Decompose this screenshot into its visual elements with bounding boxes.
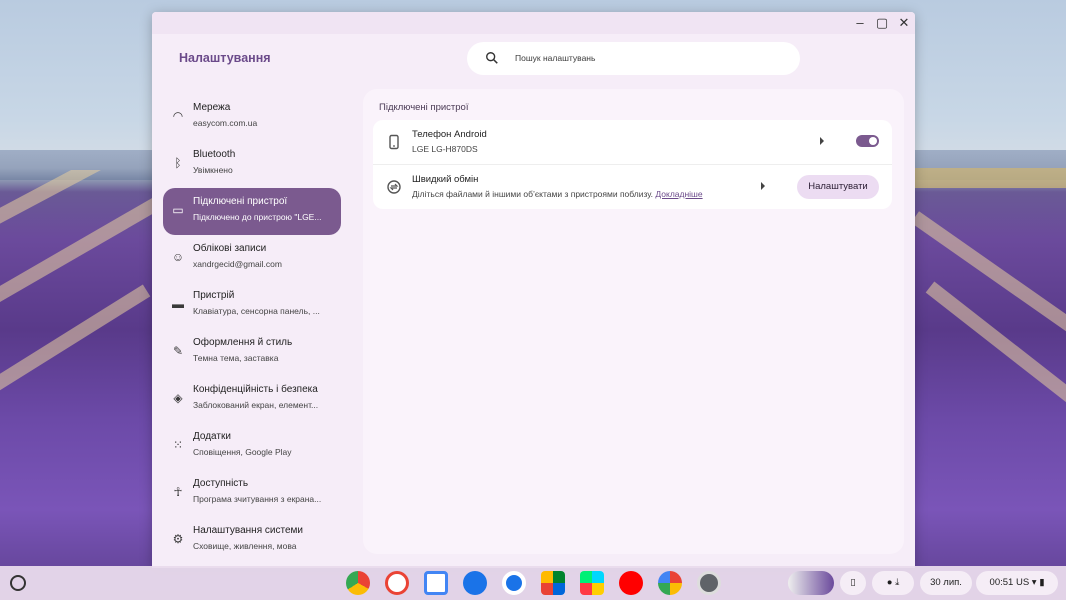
- sidebar-item-sub: Підключено до пристрою "LGE...: [193, 212, 322, 222]
- sidebar-item-privacy[interactable]: ◈ Конфіденційність і безпека Заблоковани…: [163, 376, 341, 423]
- status-area[interactable]: 00:51 US ▾ ▮: [976, 571, 1058, 595]
- wifi-icon: ▾: [1031, 577, 1037, 588]
- close-icon[interactable]: ✕: [896, 15, 912, 31]
- play-store-icon[interactable]: [580, 571, 604, 595]
- sidebar-item-label: Доступність: [193, 478, 249, 489]
- quick-share-row[interactable]: Швидкий обмін Діліться файлами й іншими …: [373, 164, 892, 208]
- screen-capture-download-icons[interactable]: ● ⤓: [872, 571, 914, 595]
- phone-hub-icon[interactable]: ▯: [840, 571, 866, 595]
- sidebar-item-label: Оформлення й стиль: [193, 337, 293, 348]
- shelf: ▯ ● ⤓ 30 лип. 00:51 US ▾ ▮: [0, 566, 1066, 600]
- calendar-icon[interactable]: [424, 571, 448, 595]
- quick-share-description: Діліться файлами й іншими об’єктами з пр…: [412, 189, 703, 199]
- quick-share-title: Швидкий обмін: [412, 174, 479, 185]
- sidebar: ◠ Мережа easycom.com.ua ᛒ Bluetooth Увім…: [163, 94, 341, 564]
- sidebar-item-label: Додатки: [193, 431, 231, 442]
- sidebar-item-label: Облікові записи: [193, 243, 267, 254]
- sidebar-item-label: Налаштування системи: [193, 525, 303, 536]
- sidebar-item-sub: easycom.com.ua: [193, 118, 258, 128]
- search-icon: [486, 52, 498, 64]
- shield-icon: ◈: [173, 391, 183, 405]
- phone-model: LGE LG-H870DS: [412, 144, 478, 154]
- accessibility-icon: ☥: [173, 485, 183, 499]
- search-box[interactable]: Пошук налаштувань: [467, 42, 800, 75]
- sidebar-item-network[interactable]: ◠ Мережа easycom.com.ua: [163, 94, 341, 141]
- maximize-icon[interactable]: ▢: [874, 15, 890, 31]
- sidebar-item-sub: Увімкнено: [193, 165, 233, 175]
- learn-more-link[interactable]: Докладніше: [655, 189, 702, 199]
- gmail-icon[interactable]: [385, 571, 409, 595]
- sidebar-item-device[interactable]: ▬ Пристрій Клавіатура, сенсорна панель, …: [163, 282, 341, 329]
- search-placeholder: Пошук налаштувань: [515, 53, 596, 63]
- sidebar-item-sub: Сповіщення, Google Play: [193, 447, 292, 457]
- date-pill[interactable]: 30 лип.: [920, 571, 972, 595]
- chrome-icon[interactable]: [346, 571, 370, 595]
- title-bar: – ▢ ✕: [152, 12, 915, 34]
- app-title: Налаштування: [179, 51, 271, 65]
- photos-icon[interactable]: [658, 571, 682, 595]
- settings-icon[interactable]: [697, 571, 721, 595]
- sidebar-item-sub: Заблокований екран, елемент...: [193, 400, 319, 410]
- sidebar-item-sub: Клавіатура, сенсорна панель, ...: [193, 306, 320, 316]
- clock: 00:51: [989, 577, 1014, 588]
- android-phone-row[interactable]: Телефон Android LGE LG-H870DS: [373, 120, 892, 164]
- bluetooth-icon: ᛒ: [174, 156, 182, 170]
- sidebar-item-accessibility[interactable]: ☥ Доступність Програма зчитування з екра…: [163, 470, 341, 517]
- palette-icon: ✎: [172, 344, 184, 358]
- apps-grid-icon: ⁙: [172, 438, 184, 452]
- files-icon[interactable]: [463, 571, 487, 595]
- sidebar-item-label: Мережа: [193, 102, 231, 113]
- phone-toggle[interactable]: [856, 135, 879, 147]
- battery-icon: ▮: [1039, 577, 1045, 588]
- sidebar-item-label: Bluetooth: [193, 149, 236, 160]
- settings-window: – ▢ ✕ Налаштування Пошук налаштувань ◠ М…: [152, 12, 915, 568]
- meet-icon[interactable]: [541, 571, 565, 595]
- gear-icon: ⚙: [172, 532, 184, 546]
- phone-title: Телефон Android: [412, 129, 487, 140]
- sidebar-item-sub: Темна тема, заставка: [193, 353, 279, 363]
- launcher-icon[interactable]: [10, 575, 26, 591]
- sidebar-item-label: Підключені пристрої: [193, 196, 288, 207]
- sidebar-item-connected-devices[interactable]: ▭ Підключені пристрої Підключено до прис…: [163, 188, 341, 235]
- locale: US: [1015, 577, 1030, 588]
- chevron-right-icon[interactable]: [761, 182, 765, 190]
- sidebar-item-label: Пристрій: [193, 290, 235, 301]
- chevron-right-icon[interactable]: [820, 137, 824, 145]
- phone-icon: [389, 134, 399, 150]
- quick-share-text: Діліться файлами й іншими об’єктами з пр…: [412, 189, 654, 199]
- connected-devices-icon: ▭: [172, 203, 184, 217]
- sidebar-item-sub: Сховище, живлення, мова: [193, 541, 297, 551]
- sidebar-item-system[interactable]: ⚙ Налаштування системи Сховище, живлення…: [163, 517, 341, 564]
- sidebar-item-apps[interactable]: ⁙ Додатки Сповіщення, Google Play: [163, 423, 341, 470]
- wifi-icon: ◠: [172, 109, 184, 123]
- youtube-icon[interactable]: [619, 571, 643, 595]
- sidebar-item-personalization[interactable]: ✎ Оформлення й стиль Темна тема, заставк…: [163, 329, 341, 376]
- section-title: Підключені пристрої: [379, 102, 469, 113]
- quick-share-icon: [387, 180, 401, 194]
- sidebar-item-label: Конфіденційність і безпека: [193, 384, 318, 395]
- devices-card: Телефон Android LGE LG-H870DS Швидкий об…: [373, 120, 892, 209]
- sidebar-item-accounts[interactable]: ☺ Облікові записи xandrgecid@gmail.com: [163, 235, 341, 282]
- holding-space-thumbnail[interactable]: [788, 571, 834, 595]
- messages-icon[interactable]: [502, 571, 526, 595]
- laptop-icon: ▬: [172, 297, 184, 311]
- main-panel: Підключені пристрої Телефон Android LGE …: [363, 89, 904, 554]
- sidebar-item-sub: Програма зчитування з екрана...: [193, 494, 322, 504]
- sidebar-item-sub: xandrgecid@gmail.com: [193, 259, 282, 269]
- setup-button[interactable]: Налаштувати: [797, 175, 879, 199]
- account-icon: ☺: [171, 250, 185, 264]
- sidebar-item-bluetooth[interactable]: ᛒ Bluetooth Увімкнено: [163, 141, 341, 188]
- minimize-icon[interactable]: –: [852, 15, 868, 31]
